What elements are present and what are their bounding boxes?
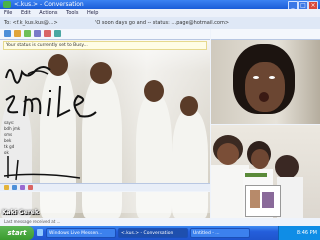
task-messenger[interactable]: Windows Live Messen...: [46, 228, 116, 238]
webcam-toolbar: [211, 29, 320, 40]
contact-address: To: <f.k_kus.kus@...>: [4, 20, 58, 26]
emoticon-icon[interactable]: [4, 185, 9, 190]
photo-person-head: [180, 96, 198, 116]
busy-notice: Your status is currently set to Busy...: [3, 41, 207, 50]
games-icon[interactable]: [54, 30, 61, 37]
wink-icon[interactable]: [12, 185, 17, 190]
conversation-window: <.kus.> - Conversation _ □ × File Edit A…: [0, 0, 320, 226]
title-bar[interactable]: <.kus.> - Conversation _ □ ×: [0, 0, 320, 10]
menu-tools[interactable]: Tools: [66, 10, 78, 16]
menu-bar: File Edit Actions Tools Help: [0, 9, 320, 17]
handwritten-scribble: smile ri: [2, 60, 97, 181]
activities-icon[interactable]: [44, 30, 51, 37]
menu-edit[interactable]: Edit: [21, 10, 31, 16]
contact-status: 'O soon days go and -- status: ...page@h…: [95, 20, 230, 26]
system-tray: 8:46 PM: [278, 226, 320, 240]
menu-file[interactable]: File: [4, 10, 12, 16]
conversation-toolbar: [0, 29, 210, 40]
contact-mouth: [259, 92, 269, 102]
signature-text: Kaki Gerek: [2, 209, 39, 216]
task-conversation[interactable]: <.kus.> - Conversation: [118, 228, 188, 238]
call-icon[interactable]: [34, 30, 41, 37]
font-icon[interactable]: [28, 185, 33, 190]
menu-actions[interactable]: Actions: [39, 10, 57, 16]
status-bar: Last message received at ...: [0, 218, 210, 226]
scribble-word-ri: ri: [2, 60, 3, 61]
scribble-word-smile: smile: [2, 60, 5, 61]
start-button[interactable]: start: [0, 226, 34, 240]
conversation-header: To: <f.k_kus.kus@...> 'O soon days go an…: [0, 17, 320, 29]
show-desktop-icon[interactable]: [37, 229, 43, 236]
self-thumbnail[interactable]: [245, 185, 281, 217]
contact-webcam: [211, 40, 320, 124]
window-title: <.kus.> - Conversation: [14, 1, 84, 8]
photo-person-head: [144, 80, 164, 102]
video-icon[interactable]: [24, 30, 31, 37]
taskbar: start Windows Live Messen... <.kus.> - C…: [0, 226, 320, 240]
self-display-picture: [211, 125, 320, 218]
invite-icon[interactable]: [4, 30, 11, 37]
clock[interactable]: 8:46 PM: [297, 230, 317, 236]
task-untitled[interactable]: Untitled - ...: [190, 228, 250, 238]
nudge-icon[interactable]: [20, 185, 25, 190]
contact-face: [245, 62, 285, 112]
messenger-icon: [3, 1, 11, 8]
menu-help[interactable]: Help: [87, 10, 98, 16]
share-files-icon[interactable]: [14, 30, 21, 37]
